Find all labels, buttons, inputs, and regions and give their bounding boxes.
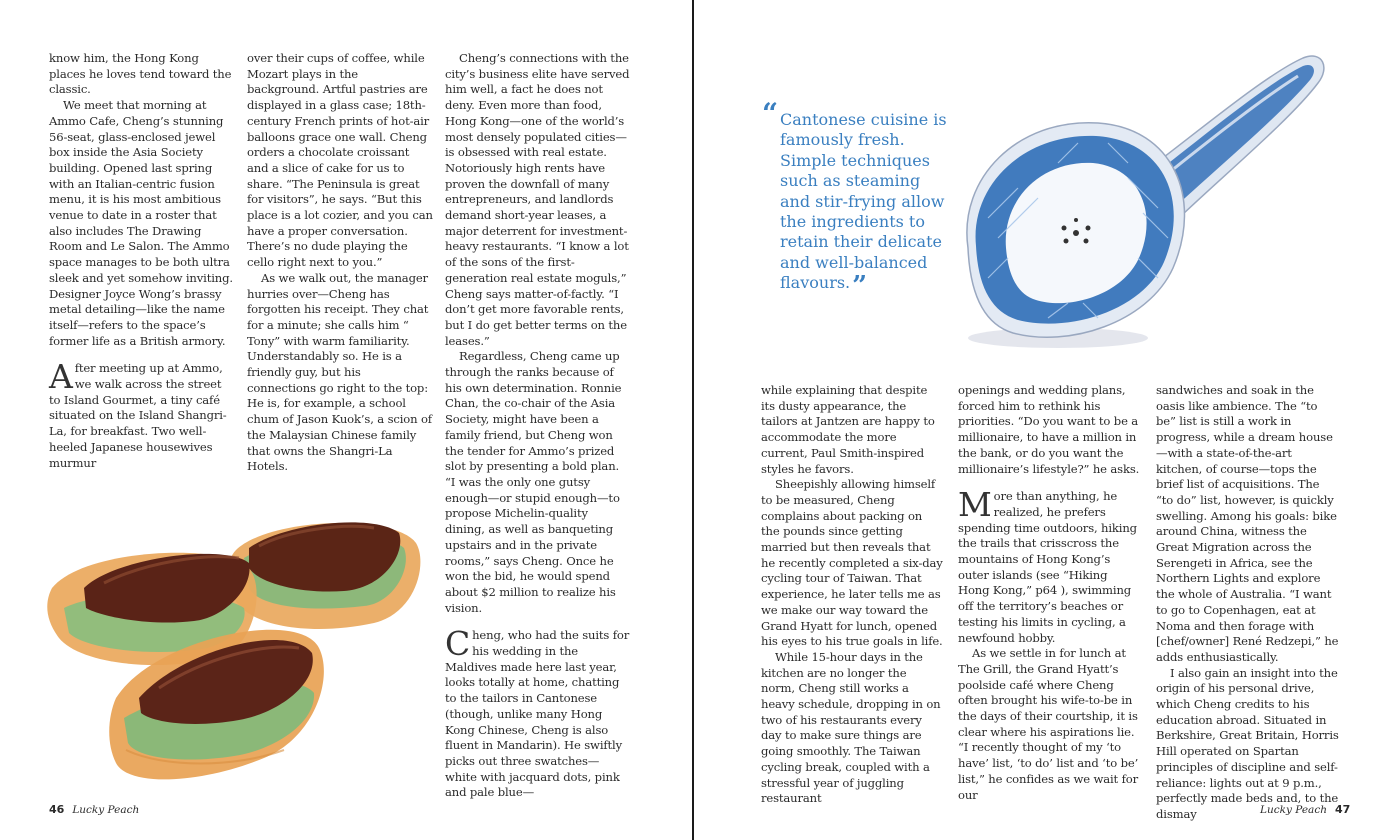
paragraph: Cheng, who had the suits for his wedding…: [445, 624, 630, 800]
right-column-2: openings and wedding plans, forced him t…: [958, 383, 1142, 803]
left-column-1: know him, the Hong Kong places he loves …: [49, 51, 235, 471]
paragraph: After meeting up at Ammo, we walk across…: [49, 357, 227, 470]
paragraph: As we walk out, the manager hurries over…: [247, 270, 432, 474]
drop-cap: M: [958, 485, 992, 525]
paragraph: over their cups of coffee, while Mozart …: [247, 51, 433, 270]
page-number: 47: [1334, 803, 1351, 816]
drop-cap: A: [49, 357, 73, 397]
gua-bao-illustration: [47, 522, 421, 780]
porcelain-spoon-illustration: [966, 55, 1325, 348]
pull-quote-text: Cantonese cuisine is famously fresh. Sim…: [780, 110, 947, 293]
right-column-1: while explaining that despite its dusty …: [761, 383, 943, 807]
paragraph: Regardless, Cheng came up through the ra…: [445, 349, 622, 615]
folio-right: Lucky Peach 47: [1260, 803, 1350, 816]
paragraph: As we settle in for lunch at The Grill, …: [958, 646, 1139, 802]
paragraph: openings and wedding plans, forced him t…: [958, 383, 1140, 476]
right-column-3: sandwiches and soak in the oasis like am…: [1156, 383, 1340, 823]
paragraph: More than anything, he realized, he pref…: [958, 485, 1137, 645]
paragraph: while explaining that despite its dusty …: [761, 383, 935, 476]
close-quote-mark: ”: [852, 271, 868, 302]
drop-cap: C: [445, 624, 471, 664]
magazine-name: Lucky Peach: [1260, 804, 1327, 816]
left-column-3: Cheng’s connections with the city’s busi…: [445, 51, 631, 801]
left-page: know him, the Hong Kong places he loves …: [0, 0, 692, 840]
paragraph: Cheng’s connections with the city’s busi…: [445, 51, 630, 348]
page-number: 46: [49, 803, 65, 816]
left-column-2: over their cups of coffee, while Mozart …: [247, 51, 433, 475]
paragraph: While 15-hour days in the kitchen are no…: [761, 649, 941, 806]
paragraph: sandwiches and soak in the oasis like am…: [1156, 383, 1339, 664]
right-page: “ Cantonese cuisine is famously fresh. S…: [694, 0, 1386, 840]
paragraph: know him, the Hong Kong places he loves …: [49, 51, 232, 97]
pull-quote: “ Cantonese cuisine is famously fresh. S…: [762, 99, 954, 299]
folio-left: 46 Lucky Peach: [49, 803, 139, 816]
open-quote-mark: “: [762, 97, 779, 130]
bun-back: [228, 522, 421, 630]
paragraph: Sheepishly allowing himself to be measur…: [761, 477, 943, 649]
paragraph: We meet that morning at Ammo Cafe, Cheng…: [49, 98, 233, 348]
paragraph: I also gain an insight into the origin o…: [1156, 665, 1339, 821]
magazine-name: Lucky Peach: [72, 804, 140, 816]
